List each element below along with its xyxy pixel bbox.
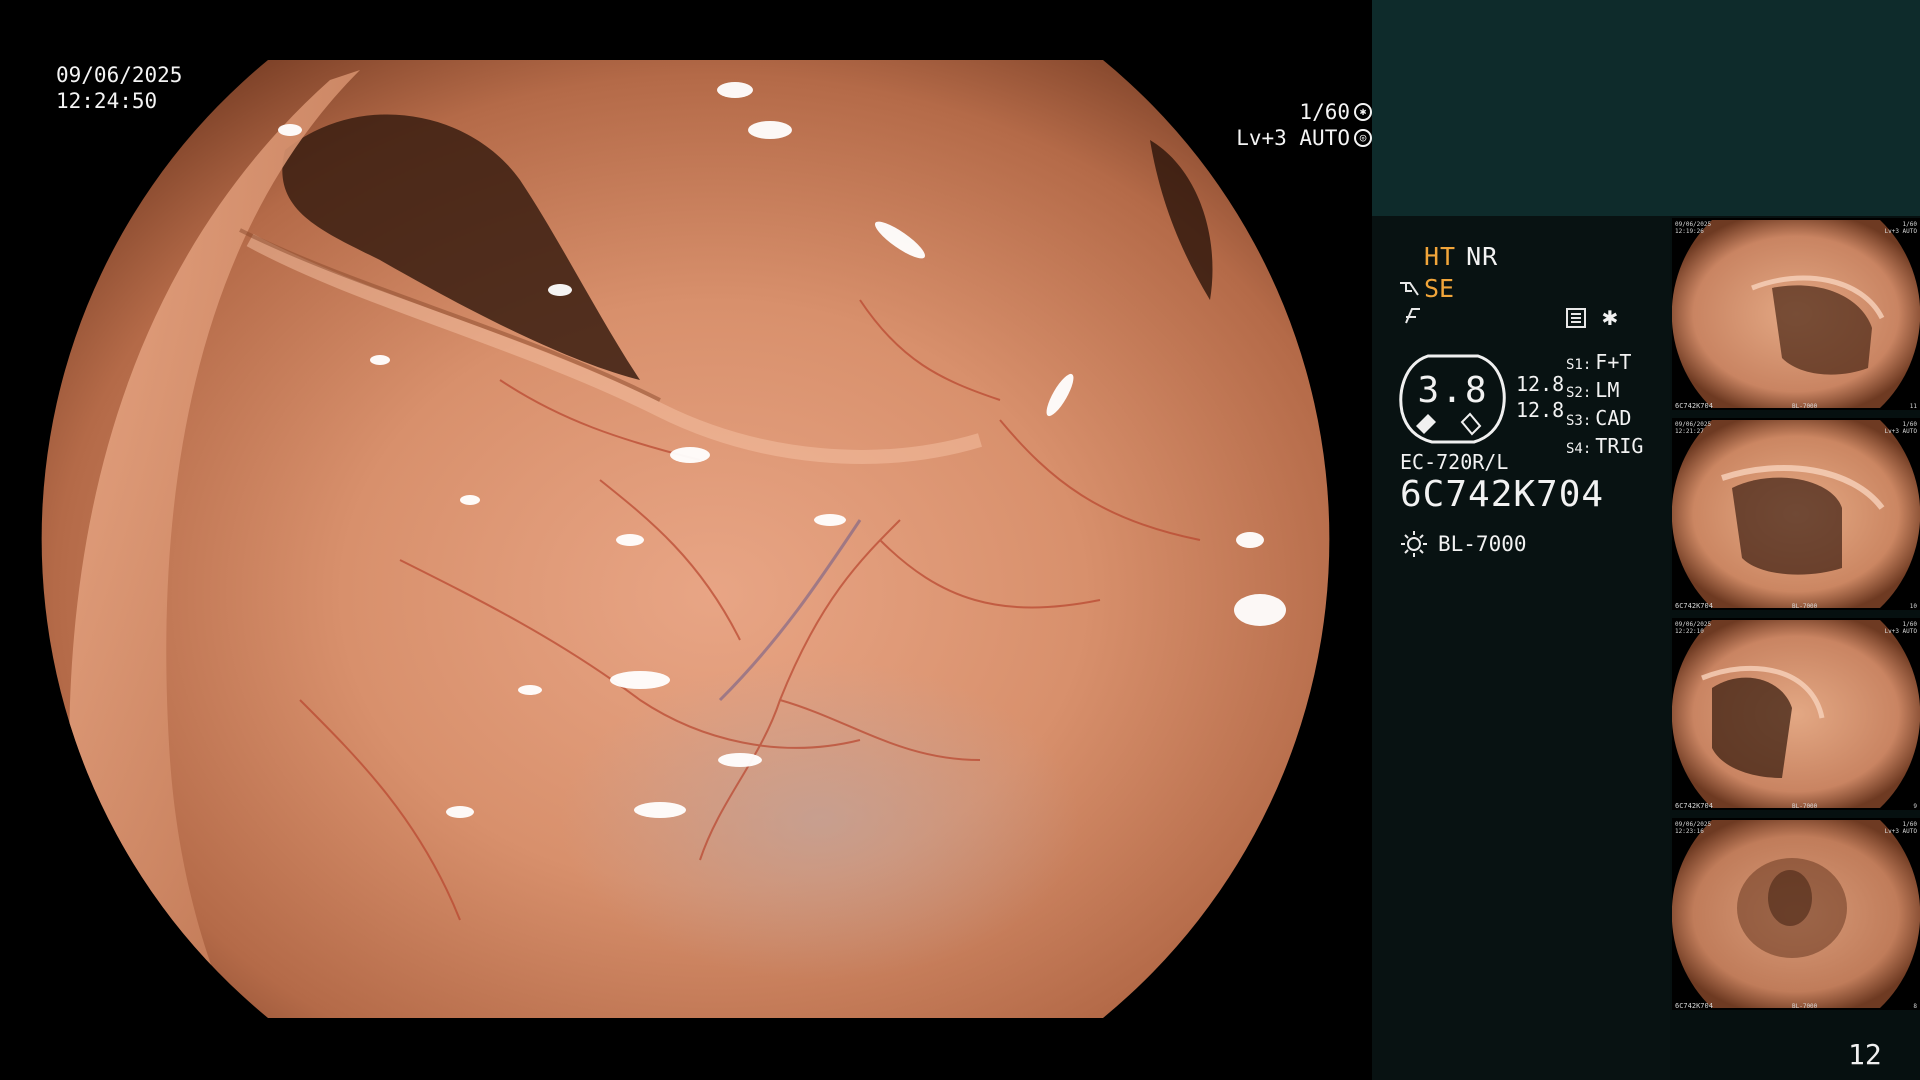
info-panel: HT NR SE ✱ 3.8 12.8 12.8 S1: F+T S2: LM S3:… <box>1372 0 1920 1080</box>
structure-enhance-line: SE <box>1398 274 1454 303</box>
scope-model: EC-720R/L <box>1400 450 1509 474</box>
captured-image-thumbnail[interactable]: 09/06/2025 12:21:27 1/60 Lv+3 AUTO 6C742K7… <box>1672 418 1920 610</box>
scope-serial: 6C742K704 <box>1400 474 1605 515</box>
scope-switch-list: S1: F+T S2: LM S3: CAD S4: TRIG <box>1566 350 1643 462</box>
exposure-overlay: 1/60 ✱ Lv+3 AUTO ◎ <box>52 99 1372 151</box>
light-source-row: BL-7000 <box>1400 530 1527 558</box>
image-mode-line: HT NR <box>1424 242 1508 271</box>
level-text: Lv+3 AUTO <box>1236 126 1350 150</box>
captured-image-thumbnail[interactable]: 09/06/2025 12:23:16 1/60 Lv+3 AUTO 6C742K7… <box>1672 818 1920 1010</box>
shutter-row: 1/60 ✱ <box>52 99 1372 125</box>
switch-s4: S4: TRIG <box>1566 434 1644 458</box>
auto-iris-icon: ◎ <box>1354 129 1372 147</box>
light-source-icon <box>1401 531 1427 557</box>
zoom-value: 3.8 <box>1417 370 1489 411</box>
mode-nr: NR <box>1466 242 1499 271</box>
date-text: 09/06/2025 <box>56 63 183 87</box>
endoscopic-image <box>41 60 1330 1018</box>
shutter-icon: ✱ <box>1354 103 1372 121</box>
settings-icon <box>1566 308 1586 328</box>
page-number: 12 <box>1848 1038 1882 1071</box>
light-source-text: BL-7000 <box>1438 532 1527 556</box>
freeze-icon <box>1402 304 1424 333</box>
switch-s3: S3: CAD <box>1566 406 1632 430</box>
zoom-max-a: 12.8 <box>1516 372 1565 396</box>
scope-angle-icon <box>1400 281 1419 296</box>
star-icon: ✱ <box>1602 302 1618 332</box>
panel-header-area <box>1372 0 1920 216</box>
zoom-max-b: 12.8 <box>1516 398 1565 422</box>
panel-status-area <box>1372 216 1670 1080</box>
switch-s2: S2: LM <box>1566 378 1620 402</box>
endoscope-live-view: 09/06/2025 12:24:50 1/60 ✱ Lv+3 AUTO ◎ <box>0 0 1372 1080</box>
shutter-text: 1/60 <box>1299 100 1350 124</box>
mode-se: SE <box>1424 274 1455 303</box>
level-row: Lv+3 AUTO ◎ <box>52 125 1372 151</box>
mode-ht: HT <box>1424 242 1457 271</box>
captured-image-thumbnail[interactable]: 09/06/2025 12:19:26 1/60 Lv+3 AUTO 6C742K7… <box>1672 218 1920 410</box>
captured-image-thumbnail[interactable]: 09/06/2025 12:22:10 1/60 Lv+3 AUTO 6C742K7… <box>1672 618 1920 810</box>
switch-s1: S1: F+T <box>1566 350 1632 374</box>
